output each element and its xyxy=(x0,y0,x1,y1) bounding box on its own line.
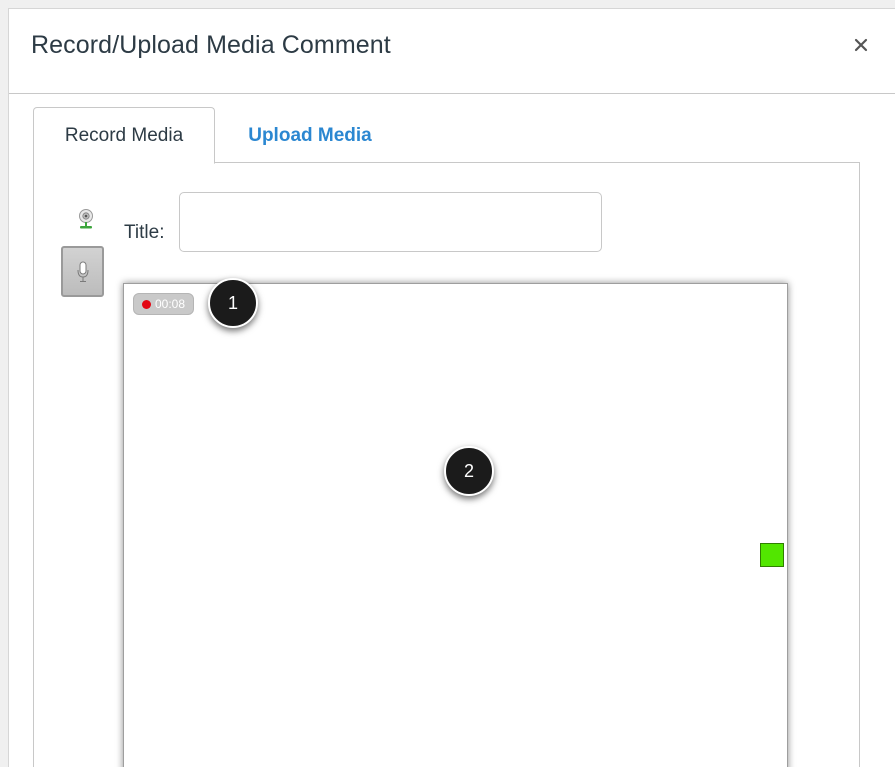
dialog-header: Record/Upload Media Comment xyxy=(9,9,895,94)
close-button[interactable] xyxy=(849,33,873,57)
recording-timer-badge: 00:08 xyxy=(133,293,195,315)
audio-level-indicator xyxy=(760,543,784,567)
media-tabs: Record Media Upload Media Title: 00:08 1… xyxy=(33,107,860,767)
callout-1: 1 xyxy=(208,278,258,328)
webcam-icon[interactable] xyxy=(76,208,96,230)
recording-preview: 00:08 1 2 xyxy=(123,278,788,767)
tab-strip: Record Media Upload Media xyxy=(33,107,860,164)
media-comment-dialog: Record/Upload Media Comment Record Media… xyxy=(8,8,895,767)
recording-timer: 00:08 xyxy=(155,297,186,311)
microphone-icon xyxy=(77,261,88,282)
title-label: Title: xyxy=(124,222,165,243)
record-media-panel: Title: 00:08 1 2 xyxy=(33,163,860,767)
dialog-title: Record/Upload Media Comment xyxy=(31,31,391,59)
title-input[interactable] xyxy=(179,192,602,252)
microphone-button[interactable] xyxy=(61,246,104,297)
callout-2: 2 xyxy=(444,446,494,496)
close-icon xyxy=(854,38,868,52)
tab-record-media[interactable]: Record Media xyxy=(33,107,215,164)
recording-dot-icon xyxy=(142,299,151,309)
tab-upload-media[interactable]: Upload Media xyxy=(215,107,405,164)
